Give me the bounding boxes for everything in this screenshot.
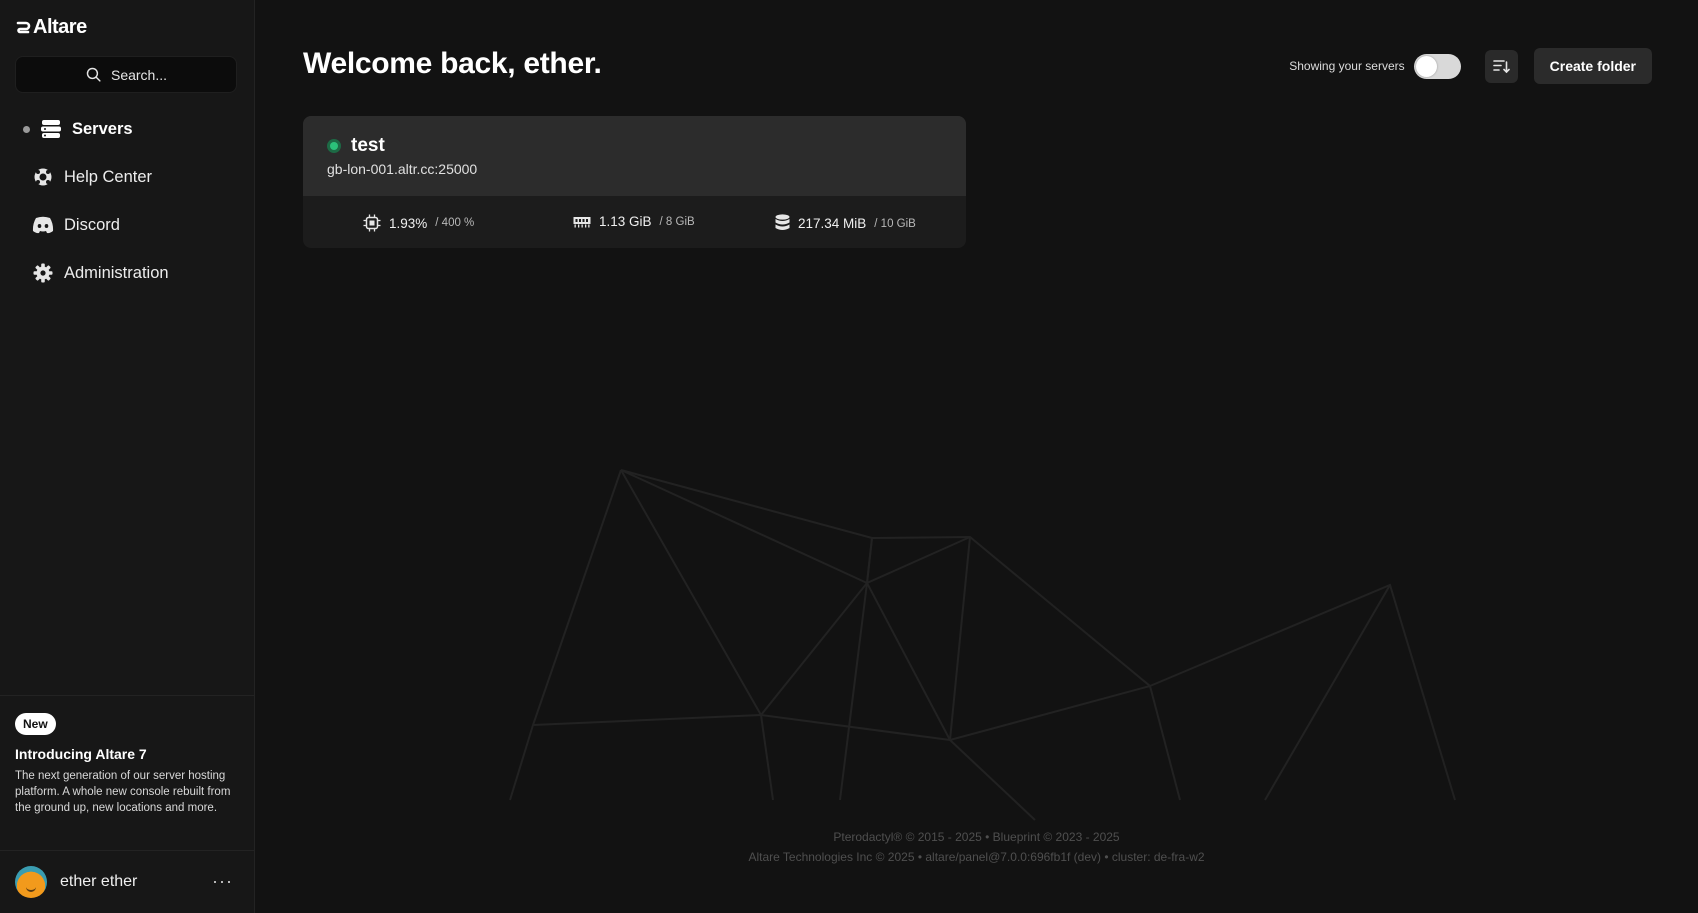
footer-build-info: Altare Technologies Inc © 2025 • altare/… <box>748 850 1205 864</box>
announcement-text: The next generation of our server hostin… <box>15 770 231 814</box>
search-icon <box>86 67 101 82</box>
user-name: ether ether <box>60 873 138 890</box>
server-card[interactable]: test gb-lon-001.altr.cc:25000 1.93% / 40… <box>303 116 966 248</box>
sidebar-nav: Servers Help Center Discord Administrati… <box>0 105 255 297</box>
toolbar: Showing your servers Create folder <box>1289 48 1652 84</box>
search-placeholder: Search... <box>110 66 168 83</box>
sidebar-item-label: Servers <box>72 119 133 138</box>
footer-copyright: Pterodactyl® © 2015 - 2025 • Blueprint ©… <box>833 830 1120 844</box>
discord-icon <box>32 214 54 236</box>
more-options-icon[interactable]: ··· <box>212 871 233 892</box>
memory-limit: / 8 GiB <box>659 215 695 228</box>
announcement-card[interactable]: New Introducing Altare 7 The next genera… <box>0 695 255 850</box>
sidebar-item-help-center[interactable]: Help Center <box>0 153 255 201</box>
cpu-icon <box>363 214 381 232</box>
brand-logo[interactable]: Altare <box>15 16 87 39</box>
announcement-title: Introducing Altare 7 <box>15 746 147 762</box>
active-indicator <box>23 126 30 133</box>
sidebar-item-label: Administration <box>64 263 169 282</box>
disk-limit: / 10 GiB <box>874 217 916 230</box>
disk-icon <box>775 214 790 230</box>
server-stats: 1.93% / 400 % 1.13 GiB / 8 GiB 217.34 Mi… <box>303 196 966 248</box>
status-online-indicator <box>327 139 341 153</box>
sidebar-item-label: Discord <box>64 215 120 234</box>
server-address: gb-lon-001.altr.cc:25000 <box>327 161 478 177</box>
memory-stat: 1.13 GiB / 8 GiB <box>573 214 695 229</box>
new-badge: New <box>15 713 56 735</box>
avatar <box>15 866 47 898</box>
create-folder-button[interactable]: Create folder <box>1533 48 1652 84</box>
cpu-value: 1.93% <box>389 215 428 231</box>
sort-button[interactable] <box>1484 49 1518 83</box>
memory-icon <box>573 216 591 227</box>
page-title: Welcome back, ether. <box>303 47 602 80</box>
sidebar-item-servers[interactable]: Servers <box>0 105 255 153</box>
altare-logo-icon <box>16 21 31 33</box>
search-input[interactable]: Search... <box>15 56 237 93</box>
brand-name: Altare <box>33 16 87 38</box>
cpu-stat: 1.93% / 400 % <box>363 214 474 232</box>
disk-value: 217.34 MiB <box>798 216 867 231</box>
sidebar: Altare Search... Servers Help Center Dis… <box>0 0 255 913</box>
disk-stat: 217.34 MiB / 10 GiB <box>775 214 916 233</box>
sort-icon <box>1492 59 1510 73</box>
memory-value: 1.13 GiB <box>599 214 652 229</box>
toggle-knob <box>1415 55 1437 77</box>
sidebar-item-label: Help Center <box>64 167 153 186</box>
user-profile[interactable]: ether ether ··· <box>0 850 255 913</box>
lifebuoy-icon <box>32 166 54 188</box>
main-content: Welcome back, ether. Showing your server… <box>255 0 1698 913</box>
sidebar-item-discord[interactable]: Discord <box>0 201 255 249</box>
show-servers-toggle[interactable] <box>1413 53 1461 79</box>
server-icon <box>40 118 62 140</box>
sidebar-item-administration[interactable]: Administration <box>0 249 255 297</box>
cpu-limit: / 400 % <box>435 217 475 229</box>
gear-icon <box>32 262 54 284</box>
server-name: test <box>351 135 385 156</box>
server-card-header: test gb-lon-001.altr.cc:25000 <box>303 116 966 196</box>
toggle-label: Showing your servers <box>1289 59 1405 73</box>
